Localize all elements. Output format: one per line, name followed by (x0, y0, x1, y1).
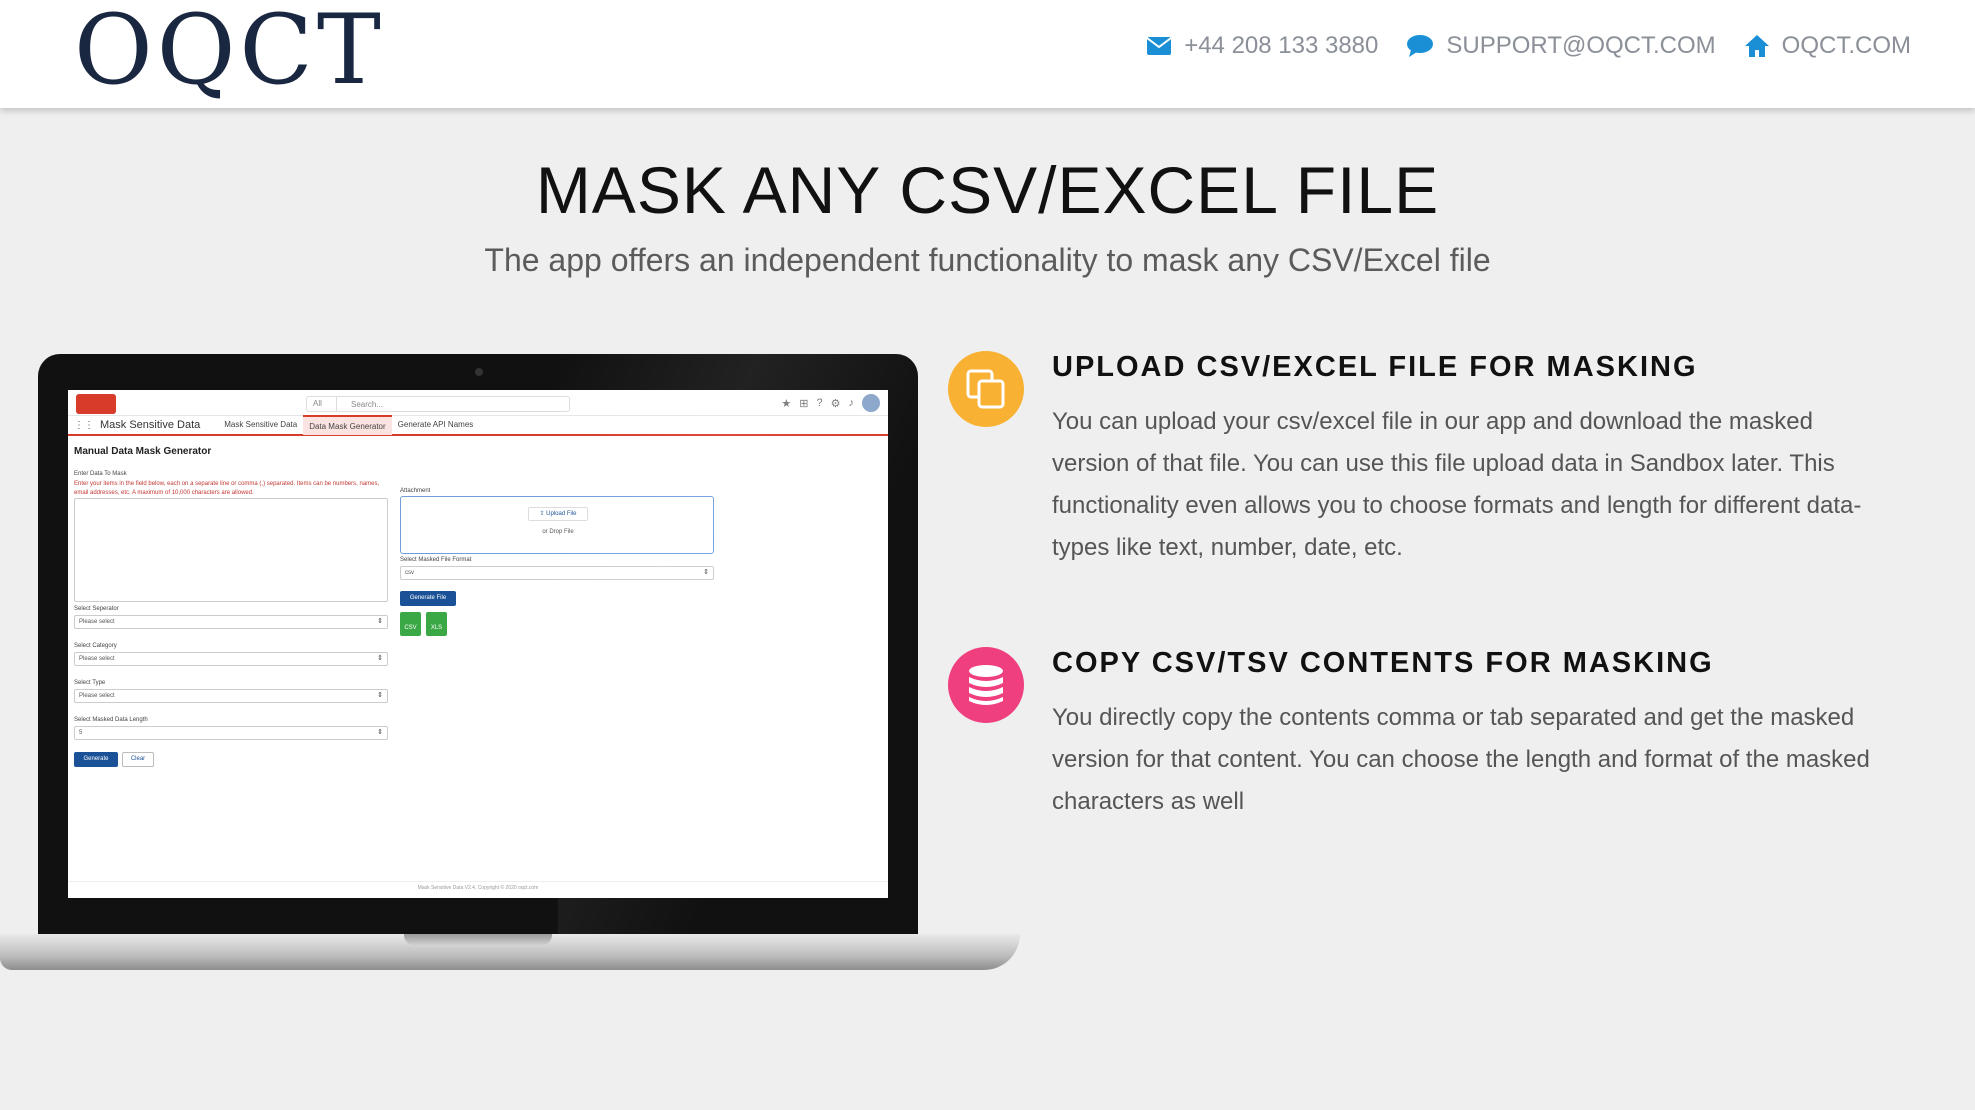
contact-bar: +44 208 133 3880 SUPPORT@OQCT.COM OQCT.C… (1146, 32, 1911, 60)
search-placeholder: Search... (351, 399, 384, 409)
separator-label: Select Seperator (74, 606, 119, 612)
feature-title: UPLOAD CSV/EXCEL FILE FOR MASKING (1052, 351, 1698, 383)
app-name: Mask Sensitive Data (100, 419, 201, 431)
phone-link[interactable]: +44 208 133 3880 (1146, 32, 1378, 60)
tab-mask-sensitive-data: Mask Sensitive Data (224, 420, 298, 429)
website-text: OQCT.COM (1781, 32, 1911, 59)
attachment-label: Attachment (400, 488, 431, 494)
phone-text: +44 208 133 3880 (1184, 32, 1379, 59)
length-label: Select Masked Data Length (74, 717, 148, 723)
type-label: Select Type (74, 680, 106, 686)
app-launcher-icon: ⋮⋮ (74, 419, 94, 431)
separator-select: Please select ⇕ (74, 615, 388, 629)
app-search: All Search... (306, 396, 570, 412)
help-text: Enter your items in the field below, eac… (74, 481, 380, 496)
email-link[interactable]: SUPPORT@OQCT.COM (1406, 32, 1716, 60)
category-select: Please select ⇕ (74, 652, 388, 666)
format-label: Select Masked File Format (400, 557, 472, 563)
screen-glare (558, 354, 918, 936)
chat-icon (1406, 34, 1434, 58)
laptop-camera (475, 368, 483, 376)
tab-generate-api-names: Generate API Names (397, 420, 474, 429)
tab-data-mask-generator: Data Mask Generator (303, 415, 392, 435)
database-icon (948, 647, 1024, 723)
feature-text: You directly copy the contents comma or … (1052, 704, 1870, 815)
copy-files-icon (948, 351, 1024, 427)
csv-file-icon: CSV (400, 612, 421, 636)
generate-file-button: Generate File (400, 591, 456, 606)
generate-button: Generate (74, 752, 118, 767)
envelope-icon (1146, 36, 1172, 56)
email-text: SUPPORT@OQCT.COM (1446, 32, 1716, 59)
feature-upload: UPLOAD CSV/EXCEL FILE FOR MASKING You ca… (948, 351, 1888, 571)
app-logo (76, 394, 116, 414)
website-link[interactable]: OQCT.COM (1744, 32, 1911, 60)
feature-copy: COPY CSV/TSV CONTENTS FOR MASKING You di… (948, 647, 1888, 827)
xls-file-icon: XLS (426, 612, 447, 636)
data-textarea (74, 498, 388, 602)
oqct-logo[interactable]: OQCT (74, 2, 385, 98)
enter-data-label: Enter Data To Mask (74, 471, 127, 477)
site-header: OQCT +44 208 133 3880 SUPPORT@OQCT.COM O… (0, 0, 1975, 108)
laptop-mockup: All Search... ★ ⊞ ? ⚙ ♪ ⋮⋮ Mask Sensitiv… (38, 354, 918, 936)
category-label: Select Category (74, 643, 117, 649)
page-title: MASK ANY CSV/EXCEL FILE (535, 153, 1440, 227)
type-select: Please select ⇕ (74, 689, 388, 703)
laptop-notch (404, 934, 552, 945)
clear-button: Clear (122, 752, 154, 767)
feature-title: COPY CSV/TSV CONTENTS FOR MASKING (1052, 647, 1714, 679)
page-subtitle: The app offers an independent functional… (484, 242, 1491, 278)
search-scope: All (307, 397, 337, 411)
home-icon (1744, 34, 1770, 58)
app-page-title: Manual Data Mask Generator (74, 446, 212, 457)
feature-text: You can upload your csv/excel file in ou… (1052, 408, 1862, 561)
length-select: 5 ⇕ (74, 726, 388, 740)
